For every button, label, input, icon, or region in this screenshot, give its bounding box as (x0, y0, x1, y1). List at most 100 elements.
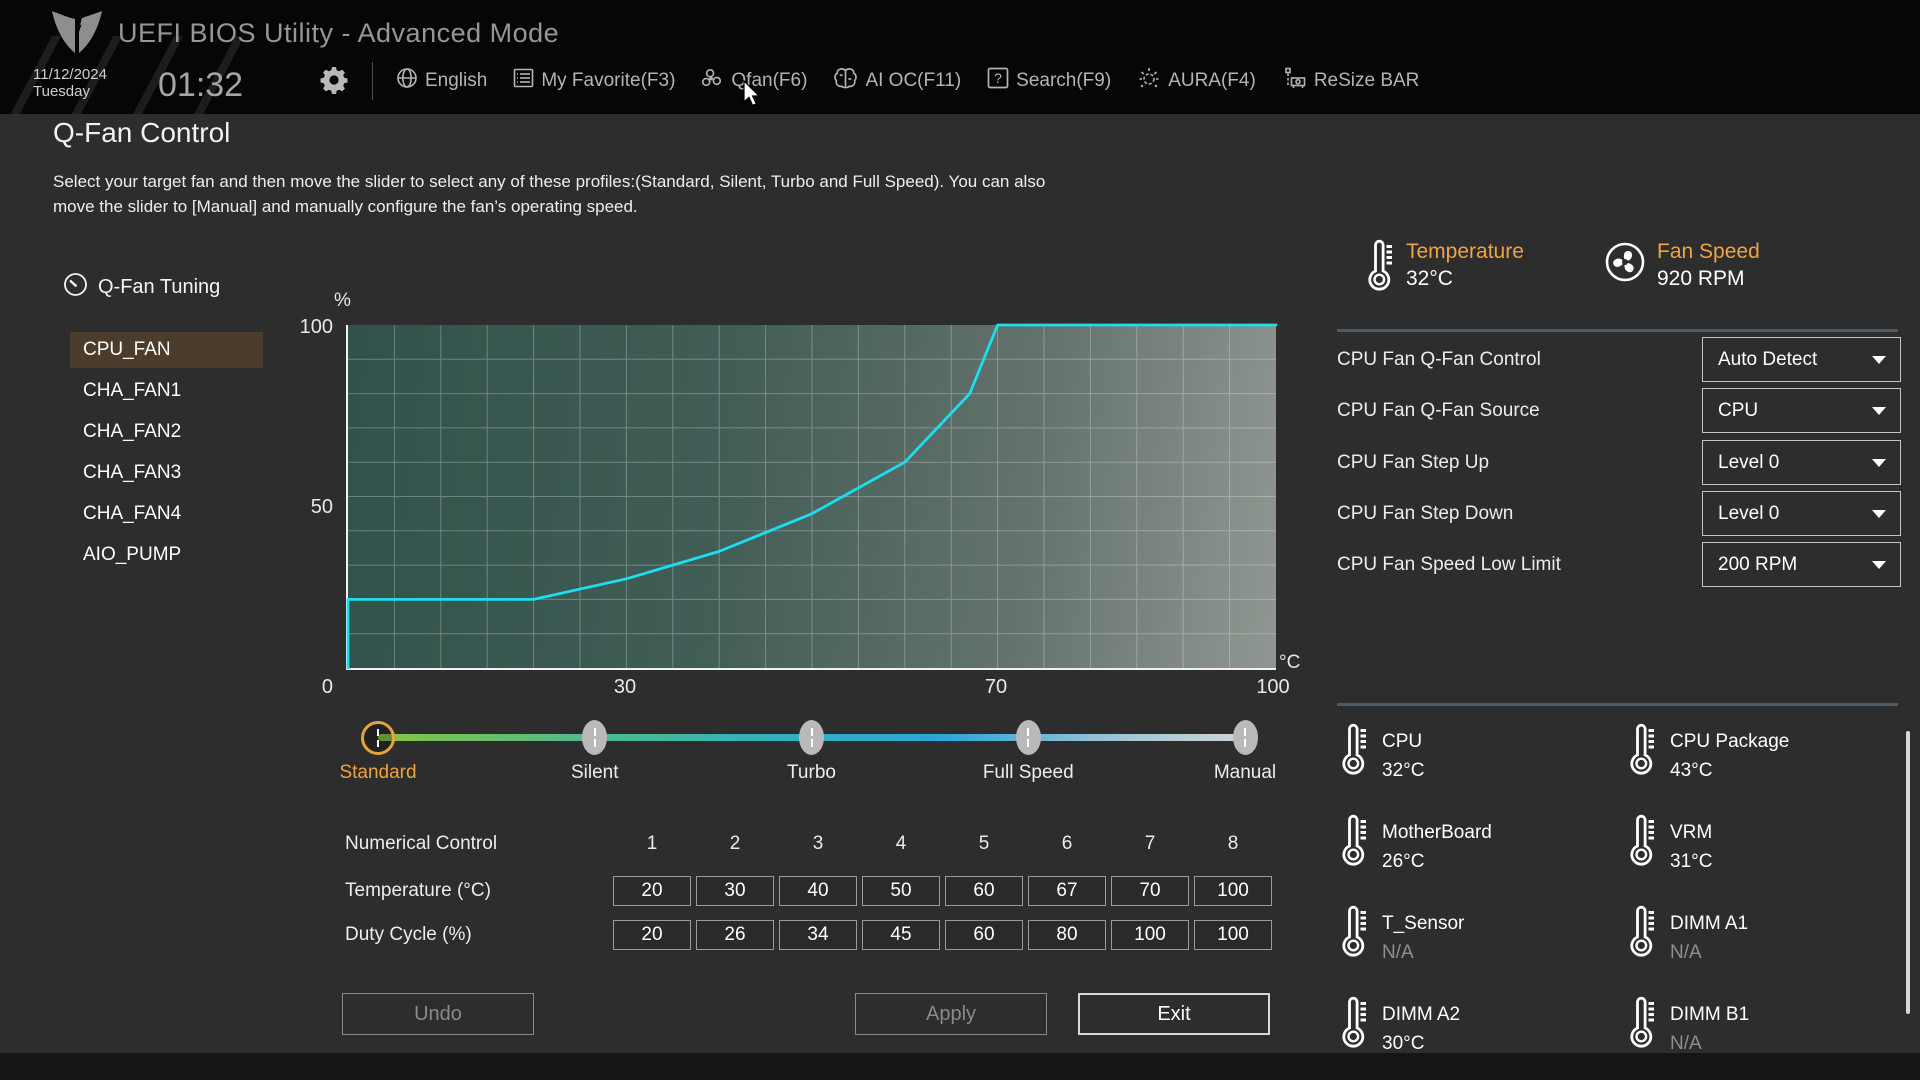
thermometer-icon (1628, 813, 1656, 904)
setting-label: CPU Fan Speed Low Limit (1337, 554, 1561, 575)
duty-input-5[interactable]: 60 (945, 920, 1023, 950)
sensor-value: N/A (1670, 942, 1702, 963)
fan-item-aio-pump[interactable]: AIO_PUMP (70, 537, 263, 573)
duty-input-7[interactable]: 100 (1111, 920, 1189, 950)
sensor-name: CPU Package (1670, 731, 1790, 752)
qfan-control-dropdown[interactable]: Auto Detect (1702, 337, 1901, 382)
sensor-motherboard: MotherBoard 26°C (1340, 813, 1628, 904)
sensor-name: DIMM B1 (1670, 1004, 1750, 1025)
brain-icon (833, 67, 858, 95)
menu-label: AURA(F4) (1168, 70, 1256, 91)
list-icon (513, 68, 534, 94)
col-header: 4 (895, 833, 907, 854)
sensor-cpu-package: CPU Package 43°C (1628, 722, 1900, 813)
slider-knob-standard[interactable] (361, 720, 395, 755)
slider-knob-silent[interactable] (582, 720, 608, 755)
fan-icon (701, 67, 724, 96)
menu-label: AI OC(F11) (865, 70, 962, 91)
setting-label: CPU Fan Q-Fan Control (1337, 349, 1541, 370)
dropdown-value: Auto Detect (1718, 348, 1818, 370)
slider-knob-turbo[interactable] (799, 720, 824, 755)
slider-label-standard: Standard (339, 762, 417, 783)
gear-icon[interactable] (320, 66, 348, 99)
menu-item-aura[interactable]: AURA(F4) (1137, 66, 1256, 96)
fan-item-cha-fan4[interactable]: CHA_FAN4 (70, 496, 263, 532)
temp-input-1[interactable]: 20 (613, 876, 691, 906)
dropdown-value: 200 RPM (1718, 553, 1798, 575)
setting-row-qfan-source: CPU Fan Q-Fan Source CPU (1337, 388, 1901, 433)
slider-stop-turbo: Turbo (747, 719, 877, 784)
numerical-header-row: Numerical Control 1 2 3 4 5 6 7 8 (345, 831, 1272, 857)
globe-icon (396, 67, 418, 95)
fan-list: CPU_FAN CHA_FAN1 CHA_FAN2 CHA_FAN3 CHA_F… (70, 332, 263, 578)
speed-low-limit-dropdown[interactable]: 200 RPM (1702, 542, 1901, 587)
col-header: 6 (1061, 833, 1073, 854)
sensor-name: MotherBoard (1382, 822, 1492, 843)
fan-speed-status-value: 920 RPM (1657, 267, 1745, 290)
undo-button[interactable]: Undo (342, 993, 534, 1035)
temp-input-4[interactable]: 50 (862, 876, 940, 906)
numerical-control-label: Numerical Control (345, 833, 498, 854)
temperature-status-value: 32°C (1406, 267, 1453, 290)
fan-item-cha-fan3[interactable]: CHA_FAN3 (70, 455, 263, 491)
slider-knob-manual[interactable] (1232, 720, 1258, 755)
profile-slider: Standard Silent Turbo Full Speed Manual (339, 719, 1276, 784)
duty-cycle-row: Duty Cycle (%) 20 26 34 45 60 80 100 100 (345, 920, 1272, 950)
fan-speed-icon (1604, 241, 1646, 288)
menu-item-search[interactable]: ? Search(F9) (987, 67, 1111, 95)
setting-label: CPU Fan Step Up (1337, 452, 1490, 473)
x-tick-70: 70 (984, 676, 1008, 698)
fan-item-cpu-fan[interactable]: CPU_FAN (70, 332, 263, 368)
col-header: 3 (812, 833, 824, 854)
duty-input-8[interactable]: 100 (1194, 920, 1272, 950)
temp-input-6[interactable]: 67 (1028, 876, 1106, 906)
duty-input-2[interactable]: 26 (696, 920, 774, 950)
thermometer-icon (1628, 722, 1656, 813)
fan-item-cha-fan1[interactable]: CHA_FAN1 (70, 373, 263, 409)
apply-button[interactable]: Apply (855, 993, 1047, 1035)
duty-input-1[interactable]: 20 (613, 920, 691, 950)
fan-item-cha-fan2[interactable]: CHA_FAN2 (70, 414, 263, 450)
menu-item-ai-oc[interactable]: AI OC(F11) (833, 67, 961, 95)
chevron-down-icon (1872, 561, 1886, 569)
sensor-cpu: CPU 32°C (1340, 722, 1628, 813)
menu-item-qfan[interactable]: Qfan(F6) (701, 67, 807, 96)
menu-item-resize-bar[interactable]: ReSize BAR (1282, 66, 1420, 96)
x-axis-unit-label: °C (1279, 652, 1301, 673)
app-title: UEFI BIOS Utility - Advanced Mode (118, 18, 560, 48)
qfan-source-dropdown[interactable]: CPU (1702, 388, 1901, 433)
sensor-scrollbar[interactable] (1906, 731, 1910, 1014)
duty-input-4[interactable]: 45 (862, 920, 940, 950)
x-tick-100: 100 (1256, 676, 1290, 698)
setting-row-step-up: CPU Fan Step Up Level 0 (1337, 440, 1901, 485)
slider-knob-full-speed[interactable] (1015, 720, 1041, 755)
sensor-value: 30°C (1382, 1033, 1425, 1054)
duty-input-6[interactable]: 80 (1028, 920, 1106, 950)
header-separator (372, 62, 373, 100)
temp-input-2[interactable]: 30 (696, 876, 774, 906)
y-axis-unit-label: % (334, 290, 351, 311)
page-title: Q-Fan Control (53, 117, 231, 148)
x-tick-30: 30 (613, 676, 637, 698)
temp-input-8[interactable]: 100 (1194, 876, 1272, 906)
menu-label: ReSize BAR (1313, 70, 1420, 91)
menu-item-language[interactable]: English (396, 67, 487, 95)
step-up-dropdown[interactable]: Level 0 (1702, 440, 1901, 485)
temp-input-7[interactable]: 70 (1111, 876, 1189, 906)
thermometer-icon (1340, 722, 1368, 813)
menu-label: Qfan(F6) (731, 70, 808, 91)
date-display: 11/12/2024 Tuesday (33, 66, 107, 100)
qfan-tuning-button[interactable]: Q-Fan Tuning (63, 272, 220, 303)
temp-input-5[interactable]: 60 (945, 876, 1023, 906)
menu-item-my-favorite[interactable]: My Favorite(F3) (513, 68, 675, 94)
exit-button[interactable]: Exit (1078, 993, 1270, 1035)
duty-input-3[interactable]: 34 (779, 920, 857, 950)
temp-input-3[interactable]: 40 (779, 876, 857, 906)
step-down-dropdown[interactable]: Level 0 (1702, 491, 1901, 536)
chevron-down-icon (1872, 459, 1886, 467)
duty-cycle-row-label: Duty Cycle (%) (345, 924, 472, 945)
header-menu: English My Favorite(F3) Qfan(F6) AI OC(F… (396, 58, 1419, 104)
thermometer-icon (1628, 904, 1656, 995)
chevron-down-icon (1872, 510, 1886, 518)
dropdown-value: Level 0 (1718, 451, 1780, 473)
